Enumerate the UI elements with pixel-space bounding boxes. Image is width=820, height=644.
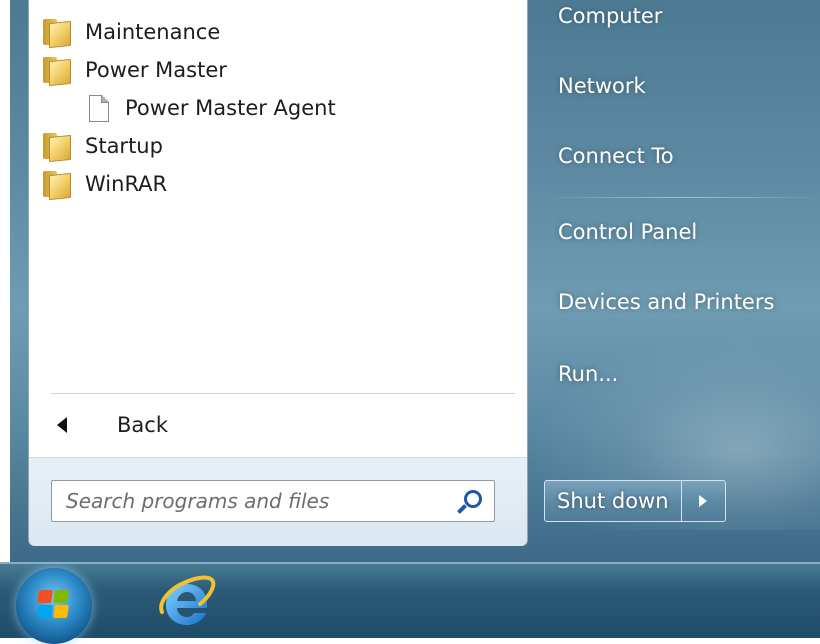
program-label: Maintenance [85, 20, 221, 44]
internet-explorer-icon[interactable] [156, 574, 218, 636]
right-item-control-panel[interactable]: Control Panel [558, 220, 697, 244]
arrow-right-icon [699, 495, 708, 507]
right-item-devices-and-printers[interactable]: Devices and Printers [558, 290, 774, 314]
right-item-run[interactable]: Run... [558, 362, 618, 386]
right-item-network[interactable]: Network [558, 74, 646, 98]
program-item-power-master[interactable]: Power Master [43, 52, 227, 88]
program-label: Power Master Agent [125, 96, 336, 120]
document-icon [89, 94, 109, 122]
program-label: Power Master [85, 58, 227, 82]
program-item-winrar[interactable]: WinRAR [43, 166, 167, 202]
back-label: Back [117, 413, 168, 437]
search-input[interactable] [52, 488, 456, 514]
folder-icon [43, 171, 71, 201]
folder-icon [43, 133, 71, 163]
search-box[interactable] [51, 480, 495, 522]
shutdown-group: Shut down [544, 480, 726, 522]
folder-icon [43, 19, 71, 49]
start-menu: Maintenance Power Master Power Master Ag… [10, 0, 820, 562]
folder-icon [43, 57, 71, 87]
shutdown-button[interactable]: Shut down [544, 480, 682, 522]
right-divider [556, 197, 812, 198]
right-item-computer[interactable]: Computer [558, 4, 662, 28]
program-item-startup[interactable]: Startup [43, 128, 163, 164]
program-label: WinRAR [85, 172, 168, 196]
program-item-maintenance[interactable]: Maintenance [43, 14, 220, 50]
program-label: Startup [85, 134, 163, 158]
search-area [29, 457, 527, 546]
windows-start-orb[interactable] [16, 568, 92, 644]
search-icon[interactable] [456, 487, 484, 515]
shutdown-options-button[interactable] [681, 480, 726, 522]
back-button[interactable]: Back [49, 406, 509, 444]
windows-logo-icon [37, 590, 70, 620]
taskbar [0, 562, 820, 644]
program-item-power-master-agent[interactable]: Power Master Agent [89, 90, 336, 126]
programs-divider [51, 393, 515, 394]
programs-pane: Maintenance Power Master Power Master Ag… [28, 0, 528, 546]
back-arrow-icon [57, 417, 67, 433]
right-item-connect-to[interactable]: Connect To [558, 144, 674, 168]
